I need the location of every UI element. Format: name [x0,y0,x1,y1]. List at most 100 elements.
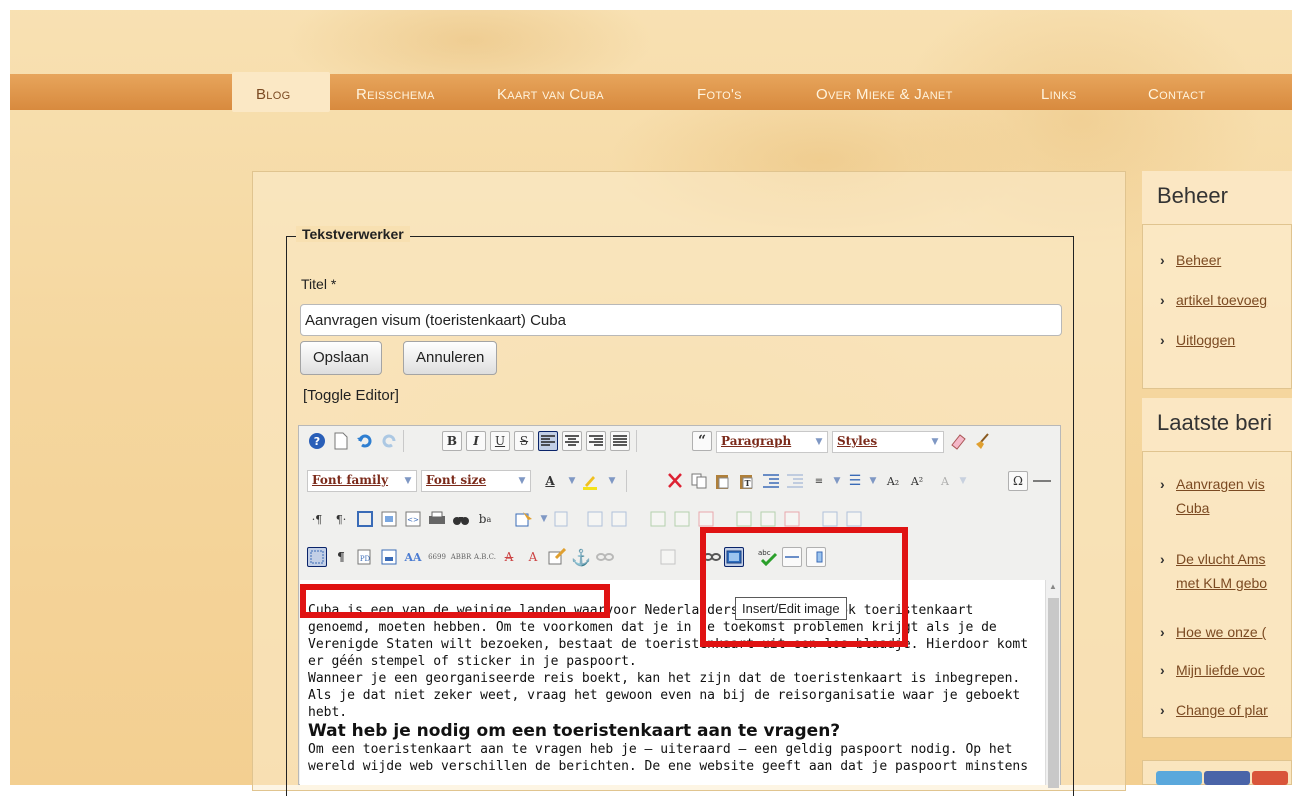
toggle-editor-link[interactable]: [Toggle Editor] [303,387,399,404]
row-delete-icon[interactable] [696,509,716,529]
character-map-icon[interactable]: A [935,471,955,491]
nav-item-reisschema[interactable]: Reisschema [356,86,435,104]
blockquote-icon[interactable]: “ [692,431,712,451]
sidebar-recent-link[interactable]: › De vlucht Ams [1160,551,1265,567]
ltr-icon[interactable]: ·¶ [307,509,327,529]
merge-cells-icon[interactable] [820,509,840,529]
editor-scrollbar[interactable]: ▲ [1045,580,1060,788]
col-after-icon[interactable] [758,509,778,529]
scrollbar-thumb[interactable] [1048,598,1059,788]
row-insert-icon[interactable] [648,509,668,529]
editor-content-area[interactable]: Cuba is een van de weinige landen waarvo… [300,580,1045,785]
bold-icon[interactable]: B [442,431,462,451]
print-icon[interactable] [427,509,447,529]
cut-icon[interactable] [665,471,685,491]
font-style-icon[interactable]: AA [403,547,423,567]
google-plus-icon[interactable] [1252,771,1288,785]
col-delete-icon[interactable] [782,509,802,529]
replace-icon[interactable]: ba [475,509,495,529]
nav-item-fotos[interactable]: Foto's [697,86,742,104]
strikethrough-icon[interactable]: S [514,431,534,451]
subscript-icon[interactable]: A₂ [883,471,903,491]
sidebar-link-uitloggen[interactable]: › Uitloggen [1160,332,1235,348]
insert-layer-icon[interactable] [514,509,534,529]
sidebar-link-beheer[interactable]: › Beheer [1160,252,1221,268]
font-size-dropdown[interactable]: Font size ▼ [421,470,531,492]
facebook-icon[interactable] [1204,771,1250,785]
delete-text-icon[interactable]: A [499,547,519,567]
nav-item-links[interactable]: Links [1041,86,1077,104]
eraser-icon[interactable] [948,431,968,451]
attributes-icon[interactable] [547,547,567,567]
delete-layer-icon[interactable] [552,509,572,529]
scroll-up-icon[interactable]: ▲ [1049,582,1057,591]
sidebar-link-artikel-toevoegen[interactable]: › artikel toevoeg [1160,292,1267,308]
align-justify-icon[interactable] [610,431,630,451]
paste-text-icon[interactable]: T [737,471,757,491]
text-color-icon[interactable]: A [540,471,560,491]
redo-icon[interactable] [379,431,399,451]
copy-icon[interactable] [689,471,709,491]
indent-icon[interactable] [785,471,805,491]
paste-icon[interactable] [713,471,733,491]
chevron-down-icon[interactable]: ▼ [863,471,883,491]
chevron-down-icon[interactable]: ▼ [562,471,582,491]
anchor-icon[interactable]: ⚓ [571,547,591,567]
cite-icon[interactable]: 6699 [427,547,447,567]
preview-icon[interactable] [379,509,399,529]
insert-text-icon[interactable]: A [523,547,543,567]
superscript-icon[interactable]: A² [907,471,927,491]
page-break-icon[interactable] [782,547,802,567]
html-source-icon[interactable]: <> [403,509,423,529]
sidebar-recent-link[interactable]: › Change of plar [1160,702,1268,718]
nav-item-over-mieke-janet[interactable]: Over Mieke & Janet [816,86,953,104]
new-document-icon[interactable] [331,431,351,451]
twitter-icon[interactable] [1156,771,1202,785]
sidebar-recent-link[interactable]: Cuba [1160,500,1209,516]
nav-item-blog[interactable]: Blog [256,86,290,104]
undo-icon[interactable] [355,431,375,451]
sidebar-recent-link[interactable]: › Hoe we onze ( [1160,624,1266,640]
insert-image-icon[interactable] [724,547,744,567]
table-props-icon[interactable] [609,509,629,529]
broom-icon[interactable] [972,431,992,451]
outdent-icon[interactable] [761,471,781,491]
fullscreen-icon[interactable] [355,509,375,529]
underline-icon[interactable]: U [490,431,510,451]
italic-icon[interactable]: I [466,431,486,451]
special-character-icon[interactable]: Ω [1008,471,1028,491]
insert-layout-icon[interactable] [806,547,826,567]
media-icon[interactable] [658,547,678,567]
chevron-down-icon[interactable]: ▼ [827,471,847,491]
numbered-list-icon[interactable]: ≡ [809,471,829,491]
paragraph-format-dropdown[interactable]: Paragraph ▼ [716,431,828,453]
unlink-icon[interactable] [595,547,615,567]
horizontal-rule-icon[interactable] [1032,471,1052,491]
chevron-down-icon[interactable]: ▼ [534,509,554,529]
sidebar-recent-link[interactable]: › Mijn liefde voc [1160,662,1265,678]
visual-aid-icon[interactable] [307,547,327,567]
sidebar-recent-link[interactable]: met KLM gebo [1160,575,1267,591]
find-icon[interactable] [451,509,471,529]
nav-item-kaart-van-cuba[interactable]: Kaart van Cuba [497,86,604,104]
help-icon[interactable]: ? [307,431,327,451]
abbr-icon[interactable]: ABBR [451,547,472,567]
align-center-icon[interactable] [562,431,582,451]
acronym-icon[interactable]: A.B.C. [474,547,496,567]
row-after-icon[interactable] [672,509,692,529]
chevron-down-icon[interactable]: ▼ [602,471,622,491]
link-icon[interactable] [702,547,722,567]
sidebar-recent-link[interactable]: › Aanvragen vis [1160,476,1265,492]
nav-item-contact[interactable]: Contact [1148,86,1205,104]
show-blocks-icon[interactable]: ¶ [331,547,351,567]
paste-word-icon[interactable]: PD [355,547,375,567]
bullet-list-icon[interactable]: ☰ [845,471,865,491]
col-before-icon[interactable] [734,509,754,529]
cancel-button[interactable]: Annuleren [403,341,498,375]
highlight-color-icon[interactable] [580,471,600,491]
font-family-dropdown[interactable]: Font family ▼ [307,470,417,492]
styles-dropdown[interactable]: Styles ▼ [832,431,944,453]
chevron-down-icon[interactable]: ▼ [953,471,973,491]
rtl-icon[interactable]: ¶· [331,509,351,529]
align-right-icon[interactable] [586,431,606,451]
